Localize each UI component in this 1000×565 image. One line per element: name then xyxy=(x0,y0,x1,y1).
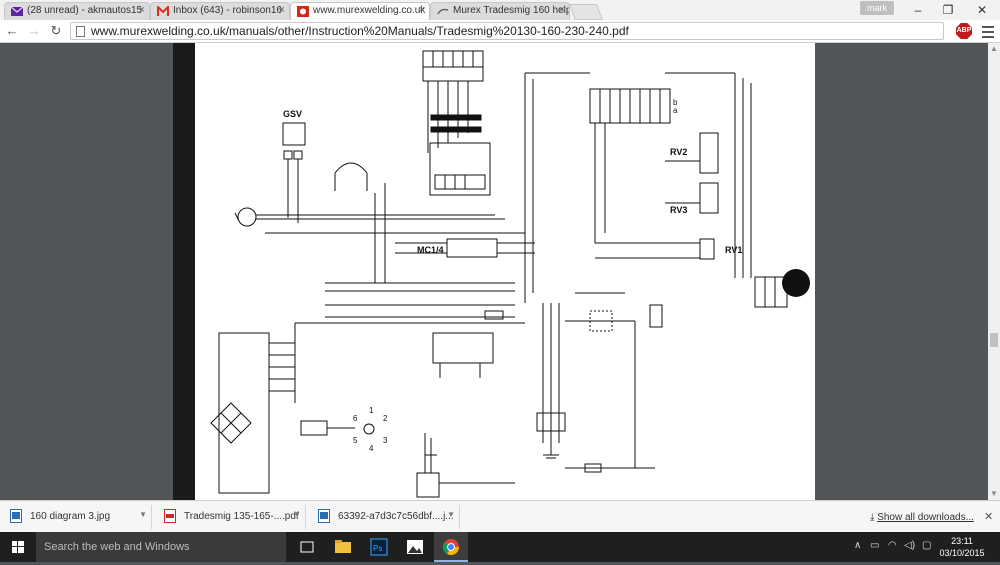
download-item[interactable]: 63392-a7d3c7c56dbf....j... ▼ xyxy=(310,505,460,529)
address-bar[interactable]: www.murexwelding.co.uk/manuals/other/Ins… xyxy=(70,22,944,40)
tab-yahoo-mail[interactable]: (28 unread) - akmautos15 × xyxy=(4,2,150,20)
pdf-file-icon xyxy=(164,509,176,523)
label-rv3: RV3 xyxy=(670,205,687,215)
tab-murex-pdf[interactable]: www.murexwelding.co.uk × xyxy=(290,2,430,20)
tab-gmail[interactable]: Inbox (643) - robinson16 × xyxy=(150,2,290,20)
switch-pos-1: 1 xyxy=(369,406,374,415)
chevron-down-icon[interactable]: ▼ xyxy=(293,510,301,519)
taskbar-photos[interactable] xyxy=(398,532,432,562)
tab-label: (28 unread) - akmautos15 xyxy=(27,5,143,16)
restore-button[interactable]: ❐ xyxy=(930,0,966,20)
label-rv2: RV2 xyxy=(670,147,687,157)
clock-time: 23:11 xyxy=(951,536,973,546)
switch-pos-3: 3 xyxy=(383,436,388,445)
chevron-down-icon[interactable]: ▼ xyxy=(447,510,455,519)
windows-logo-icon xyxy=(12,541,24,553)
scroll-thumb[interactable] xyxy=(990,333,998,347)
switch-pos-5: 5 xyxy=(353,436,358,445)
show-all-label: Show all downloads... xyxy=(877,512,974,523)
svg-text:Ps: Ps xyxy=(373,544,382,553)
clock-date: 03/10/2015 xyxy=(939,548,985,558)
taskbar-chrome[interactable] xyxy=(434,532,468,562)
profile-button[interactable]: mark xyxy=(860,1,894,15)
close-window-button[interactable]: ✕ xyxy=(964,0,1000,20)
close-icon[interactable]: ✕ xyxy=(984,510,993,523)
scroll-up-icon[interactable]: ▲ xyxy=(988,43,1000,55)
download-name: 63392-a7d3c7c56dbf....j... xyxy=(338,511,454,522)
torch-connector-icon xyxy=(782,269,810,297)
page-icon xyxy=(76,26,85,37)
photos-icon xyxy=(407,540,423,554)
label-b: b xyxy=(673,98,678,107)
label-mc14: MC1/4 xyxy=(417,245,444,255)
show-all-downloads-link[interactable]: ⤓ Show all downloads... xyxy=(870,512,974,523)
switch-pos-6: 6 xyxy=(353,414,358,423)
tab-strip: (28 unread) - akmautos15 × Inbox (643) -… xyxy=(0,0,1000,20)
wiring-diagram: GSV RV2 RV3 RV1 MC1/4 a b 1 2 3 4 5 6 xyxy=(210,50,810,498)
download-name: 160 diagram 3.jpg xyxy=(30,511,111,522)
tab-label: Inbox (643) - robinson16 xyxy=(173,5,282,16)
battery-icon[interactable]: ▭ xyxy=(870,540,879,551)
adblock-icon[interactable]: ABP xyxy=(956,23,972,39)
close-icon[interactable]: × xyxy=(559,4,565,16)
chevron-down-icon[interactable]: ▼ xyxy=(139,510,147,519)
scroll-down-icon[interactable]: ▼ xyxy=(988,488,1000,500)
wifi-icon[interactable]: ◠ xyxy=(888,540,897,551)
yahoo-mail-icon xyxy=(10,6,24,17)
label-rv1: RV1 xyxy=(725,245,742,255)
label-gsv: GSV xyxy=(283,109,302,119)
task-view-button[interactable] xyxy=(290,532,324,562)
chrome-icon xyxy=(442,539,460,556)
forum-icon xyxy=(437,6,449,17)
folder-icon xyxy=(335,540,351,553)
taskbar-photoshop[interactable]: Ps xyxy=(362,532,396,562)
taskbar-search[interactable]: Search the web and Windows xyxy=(36,532,286,562)
browser-toolbar: ← → ↻ www.murexwelding.co.uk/manuals/oth… xyxy=(0,20,1000,43)
murex-site-icon xyxy=(297,6,309,17)
forward-button[interactable]: → xyxy=(26,23,42,39)
close-icon[interactable]: × xyxy=(139,4,145,16)
menu-icon[interactable] xyxy=(982,23,994,39)
windows-taskbar: Search the web and Windows Ps ∧ ▭ ◠ ◁) ▢… xyxy=(0,532,1000,562)
tab-murex-help[interactable]: Murex Tradesmig 160 help × xyxy=(430,2,570,20)
download-item[interactable]: 160 diagram 3.jpg ▼ xyxy=(2,505,152,529)
download-icon: ⤓ xyxy=(870,512,875,523)
download-item[interactable]: Tradesmig 135-165-....pdf ▼ xyxy=(156,505,306,529)
tab-label: Murex Tradesmig 160 help xyxy=(453,5,570,16)
notifications-icon[interactable]: ▢ xyxy=(922,540,931,551)
image-file-icon xyxy=(10,509,22,523)
address-text: www.murexwelding.co.uk/manuals/other/Ins… xyxy=(91,24,629,38)
reload-button[interactable]: ↻ xyxy=(48,23,64,39)
photoshop-icon: Ps xyxy=(370,538,388,556)
task-view-icon xyxy=(300,541,314,553)
image-file-icon xyxy=(318,509,330,523)
close-icon[interactable]: × xyxy=(419,4,425,16)
label-a: a xyxy=(673,106,678,115)
back-button[interactable]: ← xyxy=(4,23,20,39)
switch-pos-2: 2 xyxy=(383,414,388,423)
pdf-page: GSV RV2 RV3 RV1 MC1/4 a b 1 2 3 4 5 6 xyxy=(195,43,815,500)
gmail-icon xyxy=(157,4,169,17)
taskbar-file-explorer[interactable] xyxy=(326,532,360,562)
chevron-up-icon[interactable]: ∧ xyxy=(854,540,861,551)
page-edge xyxy=(173,43,195,500)
start-button[interactable] xyxy=(0,532,36,562)
download-shelf: 160 diagram 3.jpg ▼ Tradesmig 135-165-..… xyxy=(0,500,1000,532)
taskbar-clock[interactable]: 23:11 03/10/2015 xyxy=(936,535,988,559)
vertical-scrollbar[interactable]: ▲ ▼ xyxy=(988,43,1000,500)
close-icon[interactable]: × xyxy=(279,4,285,16)
download-name: Tradesmig 135-165-....pdf xyxy=(184,511,299,522)
volume-icon[interactable]: ◁) xyxy=(904,540,915,551)
tab-label: www.murexwelding.co.uk xyxy=(313,5,426,16)
switch-pos-4: 4 xyxy=(369,444,374,453)
new-tab-button[interactable] xyxy=(569,4,603,20)
